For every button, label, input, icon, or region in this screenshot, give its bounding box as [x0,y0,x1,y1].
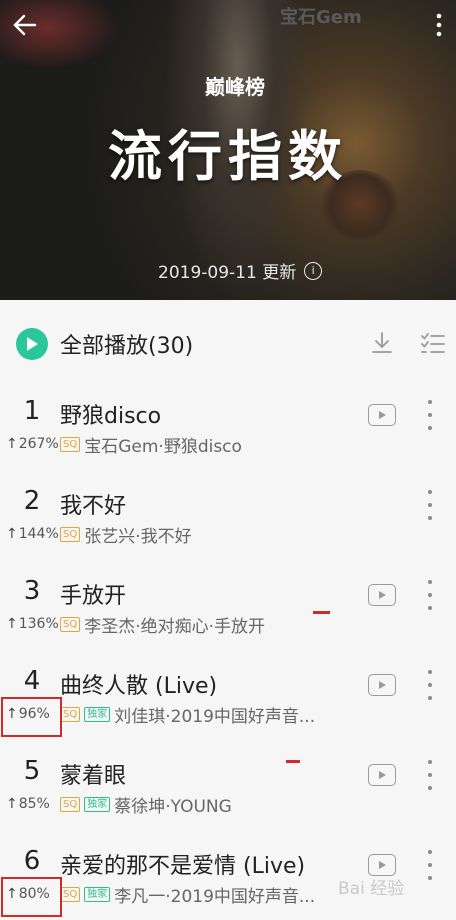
highlight-box-rank4-trend [1,697,62,737]
update-info[interactable]: 2019-09-11 更新 i [158,258,323,283]
exclusive-badge: 独家 [84,797,111,812]
sq-badge: SQ [60,617,81,632]
trend-indicator: ↑ 144% [6,526,59,542]
highlight-mark-row5 [286,760,300,763]
rank-number: 1 [23,396,41,426]
exclusive-badge: 独家 [84,887,111,902]
more-menu-button[interactable] [424,10,454,40]
song-meta: SQ 张艺兴·我不好 [60,522,360,547]
rank-number: 4 [23,666,41,696]
song-meta: SQ 李圣杰·绝对痴心·手放开 [60,612,360,637]
artist-album: 张艺兴·我不好 [84,527,192,547]
update-date: 2019-09-11 更新 [158,263,297,283]
sq-badge: SQ [60,527,81,542]
trend-up-icon: ↑ [6,526,18,542]
sq-badge: SQ [60,887,81,902]
song-meta: SQ 独家 蔡徐坤·YOUNG [60,792,360,817]
trend-up-icon: ↑ [6,436,18,452]
mv-play-icon[interactable] [368,854,396,876]
trend-up-icon: ↑ [6,616,18,632]
artist-album: 李凡一·2019中国好声音... [114,887,316,907]
page-title: 流行指数 [108,125,348,188]
watermark-text: Bai 经验 [338,879,405,899]
trend-up-icon: ↑ [6,796,18,812]
sq-badge: SQ [60,707,81,722]
logo-text: 巅峰榜 [205,75,265,99]
brand-text: 宝石Gem [280,7,362,28]
song-row-4[interactable]: 4 ↑ 96% 曲终人散 (Live) SQ 独家 刘佳琪·2019中国好声音..… [0,650,456,740]
highlight-mark-row3 [313,611,330,614]
song-more-icon[interactable] [424,490,436,520]
song-more-icon[interactable] [424,400,436,430]
multi-select-icon[interactable] [420,330,446,356]
sq-badge: SQ [60,437,81,452]
rank-number: 2 [23,486,41,516]
exclusive-badge: 独家 [84,707,111,722]
artist-album: 蔡徐坤·YOUNG [114,797,232,817]
song-meta: SQ 宝石Gem·野狼disco [60,432,360,457]
trend-indicator: ↑ 85% [6,796,50,812]
song-title: 手放开 [60,584,127,609]
back-arrow-icon [13,14,37,36]
song-list-panel: 全部播放(30) 1 ↑ 267% 野狼disco SQ 宝石Gem·野狼disc… [0,300,456,920]
rank-number: 6 [23,846,41,876]
back-button[interactable] [10,10,40,40]
mv-play-icon[interactable] [368,674,396,696]
trend-value: 136% [18,616,59,632]
song-row-3[interactable]: 3 ↑ 136% 手放开 SQ 李圣杰·绝对痴心·手放开 [0,560,456,650]
song-title: 亲爱的那不是爱情 (Live) [60,854,306,879]
info-icon[interactable]: i [304,261,323,280]
rank-number: 3 [23,576,41,606]
play-all-button[interactable]: 全部播放(30) [16,328,193,360]
artist-album: 李圣杰·绝对痴心·手放开 [84,617,266,637]
trend-indicator: ↑ 267% [6,436,59,452]
trend-value: 144% [18,526,59,542]
trend-value: 267% [18,436,59,452]
song-row-5[interactable]: 5 ↑ 85% 蒙着眼 SQ 独家 蔡徐坤·YOUNG [0,740,456,830]
rank-number: 5 [23,756,41,786]
play-all-label: 全部播放(30) [60,334,194,359]
trend-indicator: ↑ 136% [6,616,59,632]
mv-play-icon[interactable] [368,404,396,426]
highlight-box-rank6-trend [1,877,62,917]
song-title: 我不好 [60,494,127,519]
peak-chart-logo: 巅峰榜 [205,75,265,99]
download-icon[interactable] [369,330,395,356]
song-row-1[interactable]: 1 ↑ 267% 野狼disco SQ 宝石Gem·野狼disco [0,380,456,470]
song-more-icon[interactable] [424,760,436,790]
song-more-icon[interactable] [424,850,436,880]
sq-badge: SQ [60,797,81,812]
mv-play-icon[interactable] [368,584,396,606]
song-meta: SQ 独家 李凡一·2019中国好声音... [60,882,360,907]
mv-play-icon[interactable] [368,764,396,786]
artist-album: 宝石Gem·野狼disco [84,437,242,457]
song-title: 蒙着眼 [60,764,127,789]
play-icon [16,328,48,360]
trend-value: 85% [18,796,50,812]
song-more-icon[interactable] [424,580,436,610]
song-row-2[interactable]: 2 ↑ 144% 我不好 SQ 张艺兴·我不好 [0,470,456,560]
more-vertical-icon [436,13,442,37]
song-meta: SQ 独家 刘佳琪·2019中国好声音... [60,702,360,727]
chart-header: 宝石Gem 巅峰榜 流行指数 2019-09-11 更新 i [0,0,456,300]
song-title: 曲终人散 (Live) [60,674,218,699]
song-title: 野狼disco [60,404,162,429]
song-more-icon[interactable] [424,670,436,700]
artist-album: 刘佳琪·2019中国好声音... [114,707,316,727]
